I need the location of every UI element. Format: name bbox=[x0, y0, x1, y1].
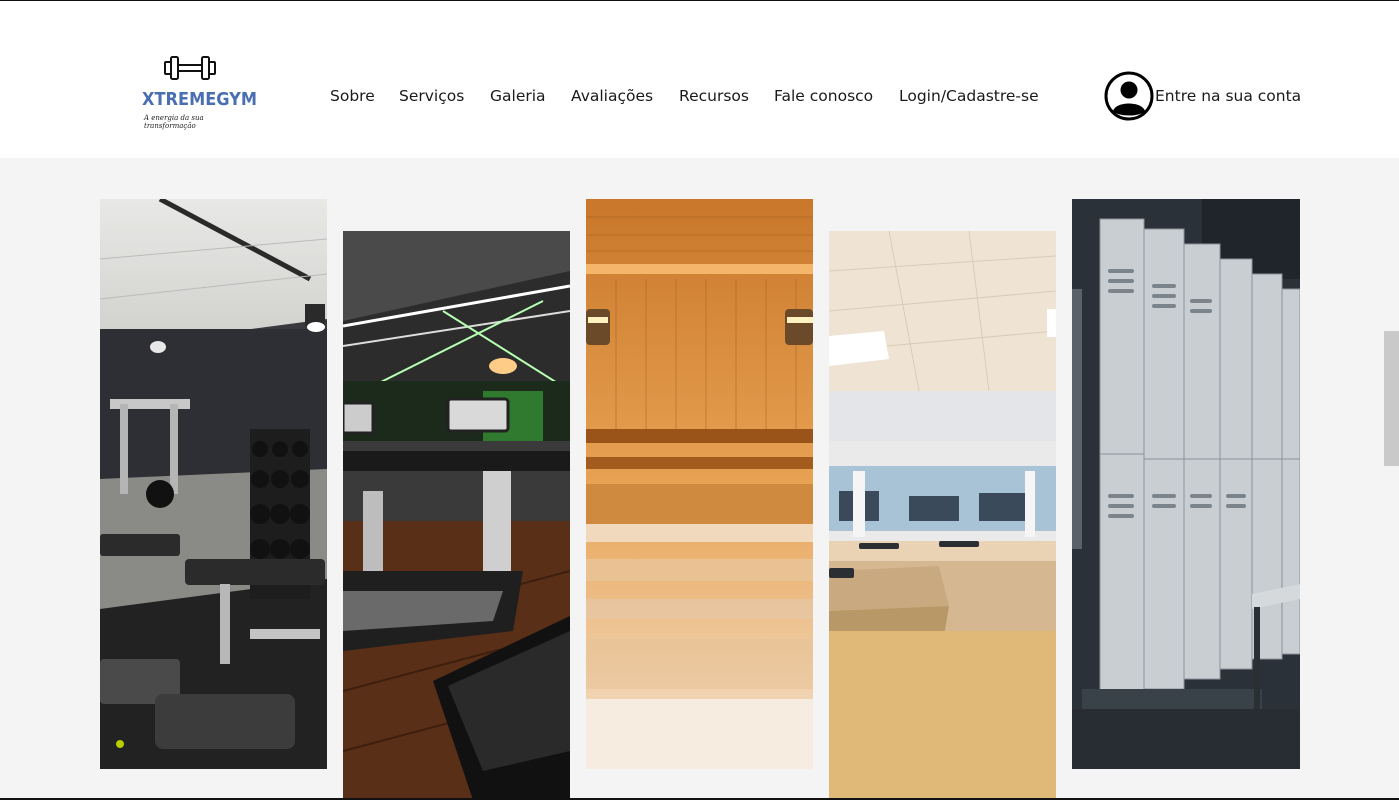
photo-icon bbox=[1072, 199, 1300, 769]
gallery-photo-studio[interactable] bbox=[829, 231, 1056, 800]
page-scrollbar[interactable] bbox=[1384, 331, 1399, 466]
gallery-photo-lockers[interactable] bbox=[1072, 199, 1300, 769]
brand-logo[interactable]: XTREMEGYM A energia da sua transformação bbox=[140, 53, 257, 130]
nav-servicos[interactable]: Serviços bbox=[399, 87, 464, 105]
nav-fale-conosco[interactable]: Fale conosco bbox=[774, 87, 873, 105]
gallery-section bbox=[0, 158, 1399, 800]
gallery-photo-treadmills[interactable] bbox=[343, 231, 570, 800]
gallery-photo-sauna[interactable] bbox=[586, 199, 813, 769]
account-label[interactable]: Entre na sua conta bbox=[1155, 87, 1301, 105]
dumbbell-icon bbox=[164, 56, 216, 80]
user-circle-icon[interactable] bbox=[1104, 71, 1154, 121]
photo-icon bbox=[343, 231, 570, 800]
site-header: XTREMEGYM A energia da sua transformação… bbox=[0, 1, 1399, 158]
brand-tagline: A energia da sua transformação bbox=[144, 114, 204, 130]
brand-name: XTREMEGYM bbox=[142, 89, 257, 110]
photo-icon bbox=[100, 199, 327, 769]
nav-recursos[interactable]: Recursos bbox=[679, 87, 749, 105]
nav-login-cadastro[interactable]: Login/Cadastre-se bbox=[899, 87, 1039, 105]
nav-galeria[interactable]: Galeria bbox=[490, 87, 546, 105]
photo-icon bbox=[586, 199, 813, 769]
nav-avaliacoes[interactable]: Avaliações bbox=[571, 87, 653, 105]
photo-icon bbox=[829, 231, 1056, 800]
gallery-photo-weight-room[interactable] bbox=[100, 199, 327, 769]
nav-sobre[interactable]: Sobre bbox=[330, 87, 375, 105]
